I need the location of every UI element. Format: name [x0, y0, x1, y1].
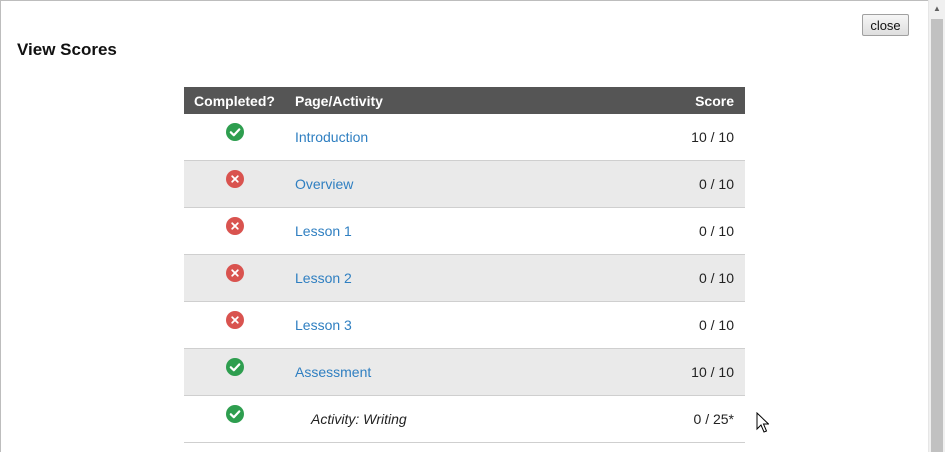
- view-scores-dialog: View Scores close Completed? Page/Activi…: [0, 0, 928, 452]
- table-row: Overview 0 / 10: [184, 160, 745, 208]
- table-row: Lesson 2 0 / 10: [184, 254, 745, 302]
- check-circle-icon: [225, 358, 244, 376]
- page-activity-cell: Assessment: [285, 348, 614, 396]
- dialog-title: View Scores: [17, 40, 117, 59]
- table-row: Lesson 1 0 / 10: [184, 207, 745, 255]
- page-link[interactable]: Overview: [295, 176, 353, 192]
- header-completed: Completed?: [184, 87, 285, 114]
- status-cell: [184, 114, 285, 161]
- status-cell: [184, 254, 285, 302]
- page-link[interactable]: Lesson 1: [295, 223, 352, 239]
- score-value: 0 / 25*: [614, 395, 745, 443]
- header-score: Score: [614, 87, 745, 114]
- table-row: Introduction 10 / 10: [184, 114, 745, 161]
- status-cell: [184, 395, 285, 443]
- page-activity-cell: Overview: [285, 160, 614, 208]
- table-row: Assessment 10 / 10: [184, 348, 745, 396]
- score-value: 0 / 10: [614, 301, 745, 349]
- table-row: Lesson 3 0 / 10: [184, 301, 745, 349]
- page-link[interactable]: Assessment: [295, 364, 371, 380]
- page-link[interactable]: Lesson 2: [295, 270, 352, 286]
- status-cell: [184, 301, 285, 349]
- status-cell: [184, 348, 285, 396]
- scores-table: Completed? Page/Activity Score Introduct…: [184, 87, 745, 443]
- activity-label: Activity: Writing: [311, 411, 407, 427]
- x-circle-icon: [225, 264, 244, 282]
- status-cell: [184, 160, 285, 208]
- page-activity-cell: Introduction: [285, 114, 614, 161]
- x-circle-icon: [225, 217, 244, 235]
- x-circle-icon: [225, 311, 244, 329]
- page-activity-cell: Activity: Writing: [285, 395, 614, 443]
- table-header-row: Completed? Page/Activity Score: [184, 87, 745, 114]
- page-activity-cell: Lesson 2: [285, 254, 614, 302]
- score-value: 10 / 10: [614, 348, 745, 396]
- page-link[interactable]: Lesson 3: [295, 317, 352, 333]
- table-row: Activity: Writing 0 / 25*: [184, 395, 745, 443]
- status-cell: [184, 207, 285, 255]
- x-circle-icon: [225, 170, 244, 188]
- header-page-activity: Page/Activity: [285, 87, 614, 114]
- mouse-cursor-icon: [756, 412, 769, 433]
- score-value: 0 / 10: [614, 207, 745, 255]
- check-circle-icon: [225, 123, 244, 141]
- close-button[interactable]: close: [862, 14, 909, 36]
- page-activity-cell: Lesson 3: [285, 301, 614, 349]
- page-link[interactable]: Introduction: [295, 129, 368, 145]
- score-value: 0 / 10: [614, 254, 745, 302]
- scores-table-body: Introduction 10 / 10 Overview 0 / 10 Lesson …: [184, 114, 745, 443]
- page-activity-cell: Lesson 1: [285, 207, 614, 255]
- score-value: 0 / 10: [614, 160, 745, 208]
- check-circle-icon: [225, 405, 244, 423]
- vertical-scrollbar[interactable]: ▲: [928, 0, 945, 452]
- scroll-up-arrow-icon[interactable]: ▲: [929, 0, 945, 17]
- score-value: 10 / 10: [614, 114, 745, 161]
- scrollbar-thumb[interactable]: [931, 19, 943, 452]
